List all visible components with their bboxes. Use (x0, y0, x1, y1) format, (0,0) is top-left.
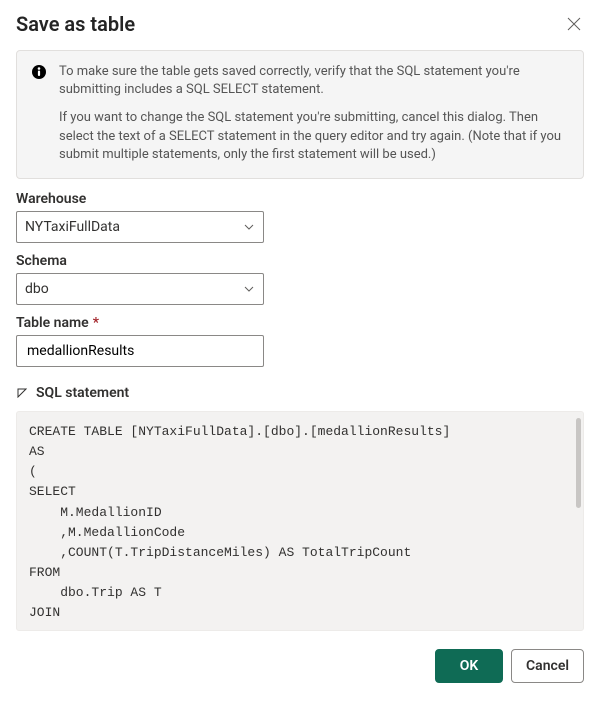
schema-label: Schema (16, 253, 584, 269)
table-name-field: Table name * (16, 315, 584, 367)
cancel-button[interactable]: Cancel (511, 649, 584, 683)
dialog-footer: OK Cancel (16, 649, 584, 683)
warehouse-value: NYTaxiFullData (25, 219, 243, 235)
dialog-title: Save as table (16, 12, 135, 36)
table-name-label: Table name * (16, 315, 584, 331)
ok-button[interactable]: OK (435, 649, 503, 683)
schema-select[interactable]: dbo (16, 273, 264, 305)
info-paragraph-1: To make sure the table gets saved correc… (59, 63, 569, 99)
sql-section-label: SQL statement (36, 385, 129, 401)
scrollbar[interactable] (576, 418, 581, 508)
info-banner: To make sure the table gets saved correc… (16, 50, 584, 179)
warehouse-label: Warehouse (16, 191, 584, 207)
table-name-input-wrap[interactable] (16, 335, 264, 367)
expand-triangle-icon (16, 387, 28, 399)
info-paragraph-2: If you want to change the SQL statement … (59, 109, 569, 164)
table-name-label-text: Table name (16, 315, 89, 331)
info-icon (31, 64, 47, 80)
info-text: To make sure the table gets saved correc… (59, 63, 569, 164)
sql-code-text: CREATE TABLE [NYTaxiFullData].[dbo].[med… (29, 424, 450, 620)
warehouse-select[interactable]: NYTaxiFullData (16, 211, 264, 243)
close-button[interactable] (564, 14, 584, 34)
chevron-down-icon (243, 221, 255, 233)
sql-code-block: CREATE TABLE [NYTaxiFullData].[dbo].[med… (16, 411, 584, 631)
required-indicator: * (93, 315, 99, 331)
dialog-header: Save as table (16, 12, 584, 36)
schema-field: Schema dbo (16, 253, 584, 305)
sql-section-header[interactable]: SQL statement (16, 385, 584, 401)
table-name-input[interactable] (25, 342, 255, 360)
warehouse-field: Warehouse NYTaxiFullData (16, 191, 584, 243)
close-icon (567, 17, 581, 31)
chevron-down-icon (243, 283, 255, 295)
schema-value: dbo (25, 281, 243, 297)
